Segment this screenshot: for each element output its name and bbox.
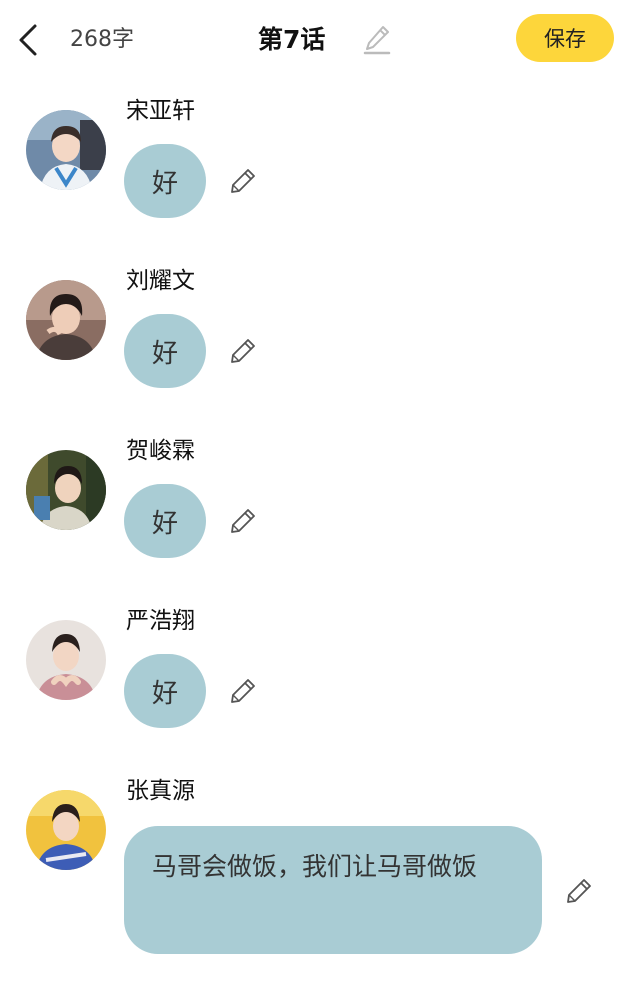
- message-bubble[interactable]: 好: [124, 144, 206, 218]
- pencil-icon: [231, 339, 255, 363]
- avatar[interactable]: [26, 280, 106, 360]
- save-button[interactable]: 保存: [516, 14, 614, 62]
- avatar-photo: [26, 110, 106, 190]
- pencil-icon: [231, 679, 255, 703]
- pencil-icon: [231, 509, 255, 533]
- pencil-icon: [567, 879, 591, 903]
- avatar[interactable]: [26, 790, 106, 870]
- edit-message-button[interactable]: [564, 876, 594, 906]
- back-button[interactable]: [12, 20, 44, 60]
- speaker-name: 刘耀文: [126, 268, 195, 294]
- avatar-photo: [26, 280, 106, 360]
- pencil-icon: [231, 169, 255, 193]
- message-bubble[interactable]: 好: [124, 314, 206, 388]
- avatar[interactable]: [26, 450, 106, 530]
- avatar[interactable]: [26, 620, 106, 700]
- message-bubble[interactable]: 好: [124, 484, 206, 558]
- avatar-photo: [26, 620, 106, 700]
- page-title: 第7话: [258, 25, 326, 54]
- word-count: 268字: [70, 27, 134, 52]
- top-bar: 268字 第7话 保存: [0, 0, 640, 80]
- speaker-name: 宋亚轩: [126, 98, 195, 124]
- chevron-left-icon: [19, 24, 37, 56]
- message-bubble[interactable]: 好: [124, 654, 206, 728]
- edit-message-button[interactable]: [228, 166, 258, 196]
- edit-title-button[interactable]: [363, 24, 391, 56]
- pencil-icon: [364, 26, 391, 55]
- edit-message-button[interactable]: [228, 336, 258, 366]
- avatar-photo: [26, 790, 106, 870]
- speaker-name: 严浩翔: [126, 608, 195, 634]
- avatar-photo: [26, 450, 106, 530]
- avatar[interactable]: [26, 110, 106, 190]
- title-group: 第7话: [258, 22, 391, 58]
- speaker-name: 张真源: [126, 778, 195, 804]
- edit-message-button[interactable]: [228, 506, 258, 536]
- edit-message-button[interactable]: [228, 676, 258, 706]
- message-bubble[interactable]: 马哥会做饭，我们让马哥做饭: [124, 826, 542, 954]
- speaker-name: 贺峻霖: [126, 438, 195, 464]
